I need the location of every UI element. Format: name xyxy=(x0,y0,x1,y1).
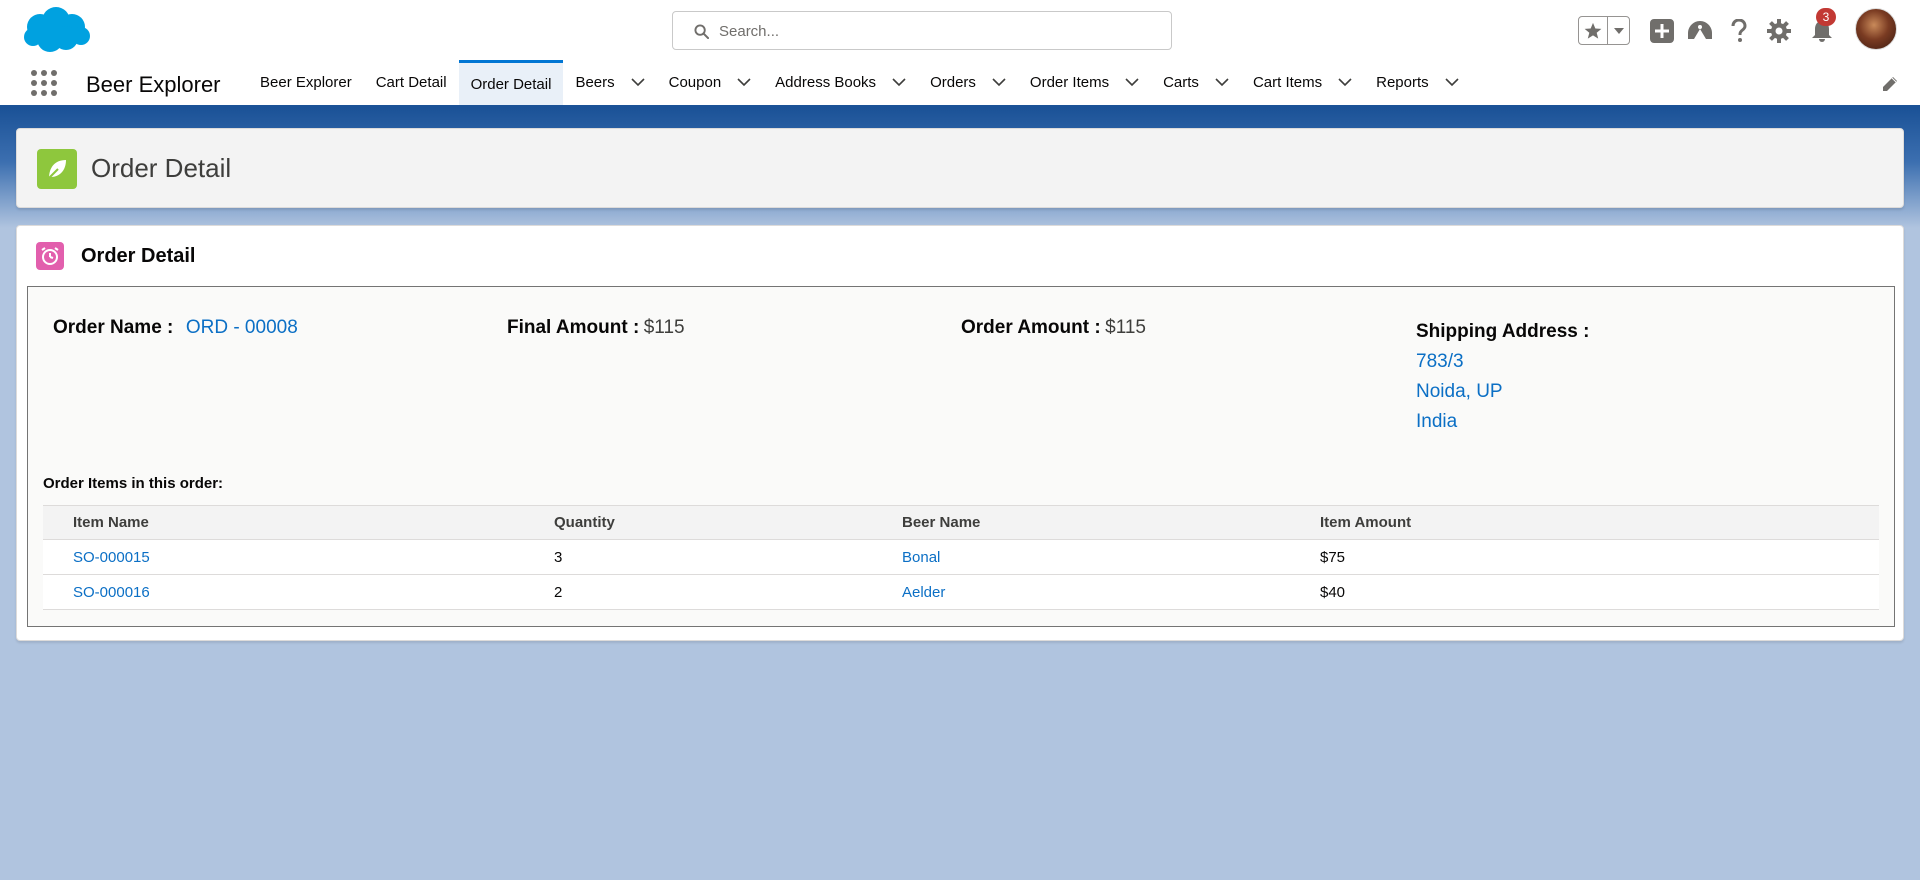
order-items-caption: Order Items in this order: xyxy=(43,475,224,492)
chevron-down-icon[interactable] xyxy=(1445,78,1459,87)
tab-label: Address Books xyxy=(775,74,877,91)
tab-label: Beer Explorer xyxy=(260,74,352,91)
tab-label: Reports xyxy=(1376,74,1429,91)
chevron-down-icon[interactable] xyxy=(737,78,751,87)
order-amount-value: $115 xyxy=(1105,317,1146,338)
favorites-list-button[interactable] xyxy=(1608,17,1629,44)
chevron-down-icon[interactable] xyxy=(1215,78,1229,87)
quantity-cell: 3 xyxy=(524,539,872,575)
order-name-link[interactable]: ORD - 00008 xyxy=(186,317,298,338)
shipping-line-country[interactable]: India xyxy=(1416,407,1589,437)
leaf-icon xyxy=(37,149,77,189)
search-icon xyxy=(694,24,709,39)
tab-label: Coupon xyxy=(668,74,722,91)
help-button[interactable] xyxy=(1725,17,1753,45)
tab-order-items[interactable]: Order Items xyxy=(1018,60,1151,105)
chevron-down-icon[interactable] xyxy=(1338,78,1352,87)
beer-name-link[interactable]: Bonal xyxy=(902,549,940,566)
shipping-address-field: Shipping Address : 783/3 Noida, UP India xyxy=(1416,317,1589,437)
setup-button[interactable] xyxy=(1765,17,1793,45)
tab-label: Order Detail xyxy=(470,75,552,93)
tab-orders[interactable]: Orders xyxy=(918,60,1018,105)
order-items-table: Item Name Quantity Beer Name Item Amount… xyxy=(43,505,1879,610)
beer-name-cell: Bonal xyxy=(872,539,1290,575)
tab-order-detail[interactable]: Order Detail xyxy=(458,60,564,105)
item-name-link[interactable]: SO-000016 xyxy=(73,584,150,601)
beer-name-link[interactable]: Aelder xyxy=(902,584,945,601)
tab-label: Beers xyxy=(575,74,615,91)
nav-bar: Beer Explorer Beer Explorer Cart Detail Or… xyxy=(0,60,1920,108)
table-header-row: Item Name Quantity Beer Name Item Amount xyxy=(43,505,1879,540)
tab-label: Carts xyxy=(1163,74,1199,91)
chevron-down-icon[interactable] xyxy=(892,78,906,87)
caret-down-icon xyxy=(1613,27,1624,34)
chevron-down-icon[interactable] xyxy=(992,78,1006,87)
final-amount-field: Final Amount : $115 xyxy=(507,317,685,339)
tab-coupon[interactable]: Coupon xyxy=(657,60,764,105)
chevron-down-icon[interactable] xyxy=(631,78,645,87)
tab-label: Cart Detail xyxy=(375,74,447,91)
order-name-label: Order Name : xyxy=(53,317,174,338)
tab-label: Order Items xyxy=(1029,74,1110,91)
app-launcher-icon[interactable] xyxy=(30,69,58,97)
shipping-address-label: Shipping Address : xyxy=(1416,321,1590,342)
order-detail-card: Order Detail Order Name : ORD - 00008 Fi… xyxy=(16,225,1904,641)
trailhead-icon xyxy=(1688,21,1712,39)
beer-name-cell: Aelder xyxy=(872,574,1290,610)
column-header-item-amount[interactable]: Item Amount xyxy=(1290,505,1879,540)
table-row: SO-000016 2 Aelder $40 xyxy=(43,574,1879,610)
tab-cart-detail[interactable]: Cart Detail xyxy=(364,60,459,105)
favorites-button[interactable] xyxy=(1579,17,1608,44)
tab-label: Cart Items xyxy=(1252,74,1323,91)
favorites-group xyxy=(1578,16,1630,45)
star-icon xyxy=(1584,22,1602,39)
shipping-line-city[interactable]: Noida, UP xyxy=(1416,377,1589,407)
tab-beer-explorer[interactable]: Beer Explorer xyxy=(248,60,364,105)
help-icon xyxy=(1731,19,1747,42)
table-row: SO-000015 3 Bonal $75 xyxy=(43,539,1879,575)
global-header: 3 xyxy=(0,0,1920,60)
item-amount-cell: $75 xyxy=(1290,539,1879,575)
gear-icon xyxy=(1767,19,1791,43)
plus-icon xyxy=(1650,19,1674,43)
tab-carts[interactable]: Carts xyxy=(1151,60,1241,105)
final-amount-label: Final Amount : xyxy=(507,317,640,338)
page-header: Order Detail xyxy=(16,128,1904,208)
item-name-cell: SO-000016 xyxy=(43,574,524,610)
chevron-down-icon[interactable] xyxy=(1125,78,1139,87)
notification-count-badge: 3 xyxy=(1816,8,1836,26)
order-name-field: Order Name : ORD - 00008 xyxy=(53,317,298,339)
quantity-cell: 2 xyxy=(524,574,872,610)
app-name: Beer Explorer xyxy=(86,72,221,97)
column-header-beer-name[interactable]: Beer Name xyxy=(872,505,1290,540)
column-header-quantity[interactable]: Quantity xyxy=(524,505,872,540)
card-title: Order Detail xyxy=(81,245,196,267)
tab-reports[interactable]: Reports xyxy=(1364,60,1471,105)
user-avatar[interactable] xyxy=(1855,8,1897,50)
tab-beers[interactable]: Beers xyxy=(563,60,656,105)
alarm-clock-icon xyxy=(36,242,64,270)
trailhead-button[interactable] xyxy=(1686,17,1714,45)
search-input[interactable] xyxy=(719,20,1139,42)
order-amount-label: Order Amount : xyxy=(961,317,1101,338)
nav-tabs: Beer Explorer Cart Detail Order Detail Beer… xyxy=(248,60,1471,105)
global-search[interactable] xyxy=(672,11,1172,50)
page-title: Order Detail xyxy=(91,153,232,183)
pencil-icon[interactable] xyxy=(1882,76,1898,92)
global-actions-button[interactable] xyxy=(1648,17,1676,45)
tab-cart-items[interactable]: Cart Items xyxy=(1241,60,1364,105)
item-name-cell: SO-000015 xyxy=(43,539,524,575)
tab-address-books[interactable]: Address Books xyxy=(763,60,918,105)
order-summary-panel: Order Name : ORD - 00008 Final Amount : … xyxy=(27,286,1895,627)
final-amount-value: $115 xyxy=(643,317,685,338)
item-name-link[interactable]: SO-000015 xyxy=(73,549,150,566)
order-amount-field: Order Amount : $115 xyxy=(961,317,1146,339)
shipping-line-street[interactable]: 783/3 xyxy=(1416,347,1589,377)
item-amount-cell: $40 xyxy=(1290,574,1879,610)
tab-label: Orders xyxy=(930,74,976,91)
salesforce-logo[interactable] xyxy=(20,5,92,55)
column-header-item-name[interactable]: Item Name xyxy=(43,505,524,540)
